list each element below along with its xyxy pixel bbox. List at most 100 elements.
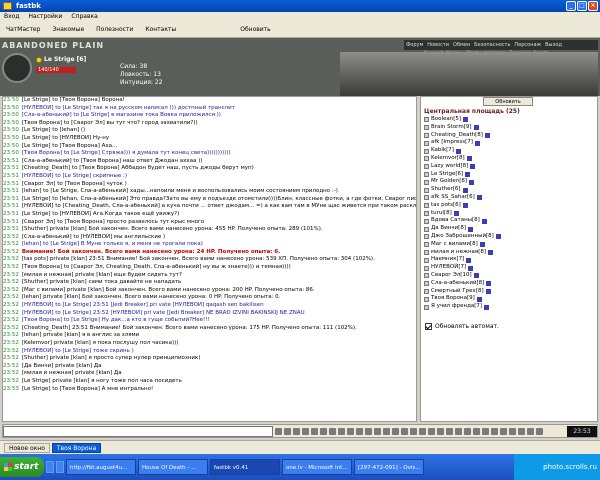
info-icon[interactable]	[455, 148, 461, 154]
emoticon-icon[interactable]	[527, 428, 534, 435]
emoticon-icon[interactable]	[464, 428, 471, 435]
player-name[interactable]: Твоя Ворона[9]	[431, 295, 475, 303]
player-name[interactable]: Я учил френда[7]	[431, 303, 482, 311]
quicklaunch-icon[interactable]	[46, 461, 54, 473]
player-name[interactable]: Le Strige[6]	[431, 171, 463, 179]
character-name[interactable]: Le Strige	[44, 56, 75, 63]
player-name[interactable]: Джо Заброшенный[8]	[431, 233, 494, 241]
player-row[interactable]: Mr Golden[8]	[424, 178, 594, 186]
auto-refresh[interactable]: Обновлять автомат.	[425, 323, 499, 330]
player-name[interactable]: НУЛЕВОЙ[7]	[431, 264, 466, 272]
player-name[interactable]: tas pots[6]	[431, 202, 461, 210]
chat-message[interactable]: [милая и нежная] private [klan] Да	[22, 370, 122, 376]
player-row[interactable]: Shuther[6]	[424, 186, 594, 194]
private-message-icon[interactable]	[424, 281, 429, 287]
player-row[interactable]: Смертный Грех[8]	[424, 288, 594, 296]
player-row[interactable]: Boolean[5]	[424, 116, 594, 124]
emoticon-icon[interactable]	[302, 428, 309, 435]
info-icon[interactable]	[469, 179, 475, 185]
private-message-icon[interactable]	[424, 242, 429, 248]
info-icon[interactable]	[467, 226, 473, 232]
auto-refresh-checkbox[interactable]	[425, 323, 432, 330]
chat-message[interactable]: [Да Винчи] private [klan] Да	[22, 363, 102, 369]
tab-new-window[interactable]: Новое окно	[4, 442, 50, 453]
start-button[interactable]: start	[0, 457, 44, 477]
emoticon-icon[interactable]	[509, 428, 516, 435]
nav-exchange[interactable]: Обмен	[453, 40, 470, 50]
info-icon[interactable]	[486, 281, 492, 287]
chat-message[interactable]: [lehan] private [klan] Бой закончен. Все…	[22, 294, 281, 300]
private-message-icon[interactable]	[424, 304, 429, 310]
private-message-icon[interactable]	[424, 296, 429, 302]
private-message-icon[interactable]	[424, 132, 429, 138]
taskbar-item[interactable]: [297-472-091] - Ovis...	[354, 459, 424, 475]
player-name[interactable]: Mr Golden[8]	[431, 178, 467, 186]
emoticon-icon[interactable]	[428, 428, 435, 435]
info-icon[interactable]	[473, 125, 479, 131]
player-row[interactable]: Маг с вилами[8]	[424, 241, 594, 249]
chat-message[interactable]: [Le Strige] to [lehan] ()	[22, 127, 85, 133]
player-row[interactable]: Сла-а-абенький[8]	[424, 280, 594, 288]
emoticon-icon[interactable]	[329, 428, 336, 435]
private-message-icon[interactable]	[424, 195, 429, 201]
info-icon[interactable]	[495, 234, 501, 240]
emoticon-icon[interactable]	[536, 428, 543, 435]
private-message-icon[interactable]	[424, 210, 429, 216]
info-icon[interactable]	[462, 187, 468, 193]
player-name[interactable]: милая и нежная[8]	[431, 249, 486, 257]
chat-message[interactable]: [Сла-а-абенький] to [Le Strige] в магази…	[22, 112, 221, 118]
private-message-icon[interactable]	[424, 218, 429, 224]
player-row[interactable]: Наемник[7]	[424, 256, 594, 264]
chat-message[interactable]: [НУЛЕВОЙ] to [Le Strige] 23:51 [Jedi Bre…	[22, 302, 264, 308]
chat-message[interactable]: [милая и нежная] private [klan] еще буде…	[22, 272, 182, 278]
chat-message[interactable]: [Сварог Эл] to [Твоя Ворона] просто разв…	[22, 219, 204, 225]
chat-message[interactable]: Внимание! Бой закончен. Всего вами нанес…	[22, 249, 280, 255]
private-message-icon[interactable]	[424, 156, 429, 162]
info-icon[interactable]	[484, 304, 490, 310]
emoticon-icon[interactable]	[356, 428, 363, 435]
player-row[interactable]: Да Винчи[8]	[424, 225, 594, 233]
player-name[interactable]: turul[8]	[431, 210, 452, 218]
emoticon-icon[interactable]	[473, 428, 480, 435]
private-message-icon[interactable]	[424, 125, 429, 131]
private-message-icon[interactable]	[424, 179, 429, 185]
emoticon-icon[interactable]	[482, 428, 489, 435]
emoticon-icon[interactable]	[383, 428, 390, 435]
chat-message[interactable]: [Твоя Ворона] to [Le Strige] Ну дак...а …	[22, 317, 210, 323]
info-icon[interactable]	[462, 203, 468, 209]
emoticon-icon[interactable]	[419, 428, 426, 435]
player-row[interactable]: Kabik[7]	[424, 147, 594, 155]
chat-message[interactable]: [Твоя Ворона] to [Сварог Эл, Cheating_De…	[22, 264, 291, 270]
emoticon-icon[interactable]	[491, 428, 498, 435]
toolbar-utilities[interactable]: Полезности	[96, 26, 133, 33]
info-icon[interactable]	[468, 265, 474, 271]
info-icon[interactable]	[463, 117, 469, 123]
player-name[interactable]: Сварог Эл[10]	[431, 272, 472, 280]
compass-dial[interactable]	[2, 53, 32, 83]
player-name[interactable]: afk SS_Sahar[6]	[431, 194, 475, 202]
toolbar-chatmaster[interactable]: ЧатМастер	[6, 26, 40, 33]
chat-message[interactable]: [Cheating_Death] to [Твоя Ворона] Аббадо…	[22, 165, 254, 171]
player-row[interactable]: Cheating_Death[8]	[424, 132, 594, 140]
emoticon-icon[interactable]	[410, 428, 417, 435]
close-button[interactable]: ×	[588, 1, 598, 11]
emoticon-icon[interactable]	[392, 428, 399, 435]
private-message-icon[interactable]	[424, 171, 429, 177]
player-name[interactable]: Lazy world[8]	[431, 163, 468, 171]
player-row[interactable]: Le Strige[6]	[424, 171, 594, 179]
nav-security[interactable]: Безопасность	[474, 40, 510, 50]
toolbar-acquaintances[interactable]: Знакомые	[52, 26, 84, 33]
chat-message[interactable]: [Сварог Эл] to [Твоя Ворона] чуток )	[22, 181, 127, 187]
player-row[interactable]: afk [Impress[7]	[424, 139, 594, 147]
chat-message[interactable]: [Shuther] private [klan] Бой закончен. В…	[22, 226, 323, 232]
emoticon-icon[interactable]	[365, 428, 372, 435]
chat-message[interactable]: [tas pots] private [klan] 23:51 Внимание…	[22, 256, 375, 262]
player-name[interactable]: Смертный Грех[8]	[431, 288, 484, 296]
info-icon[interactable]	[476, 296, 482, 302]
chat-message[interactable]: [Le Strige] to [НУЛЕВОЙ] Ага.Когда такое…	[22, 211, 179, 217]
chat-message[interactable]: [Shuther] private [klan] я просто супер …	[22, 355, 201, 361]
player-row[interactable]: tas pots[6]	[424, 202, 594, 210]
menu-item-login[interactable]: Вход	[4, 12, 20, 22]
player-name[interactable]: Да Винчи[8]	[431, 225, 466, 233]
player-row[interactable]: Джо Заброшенный[8]	[424, 233, 594, 241]
